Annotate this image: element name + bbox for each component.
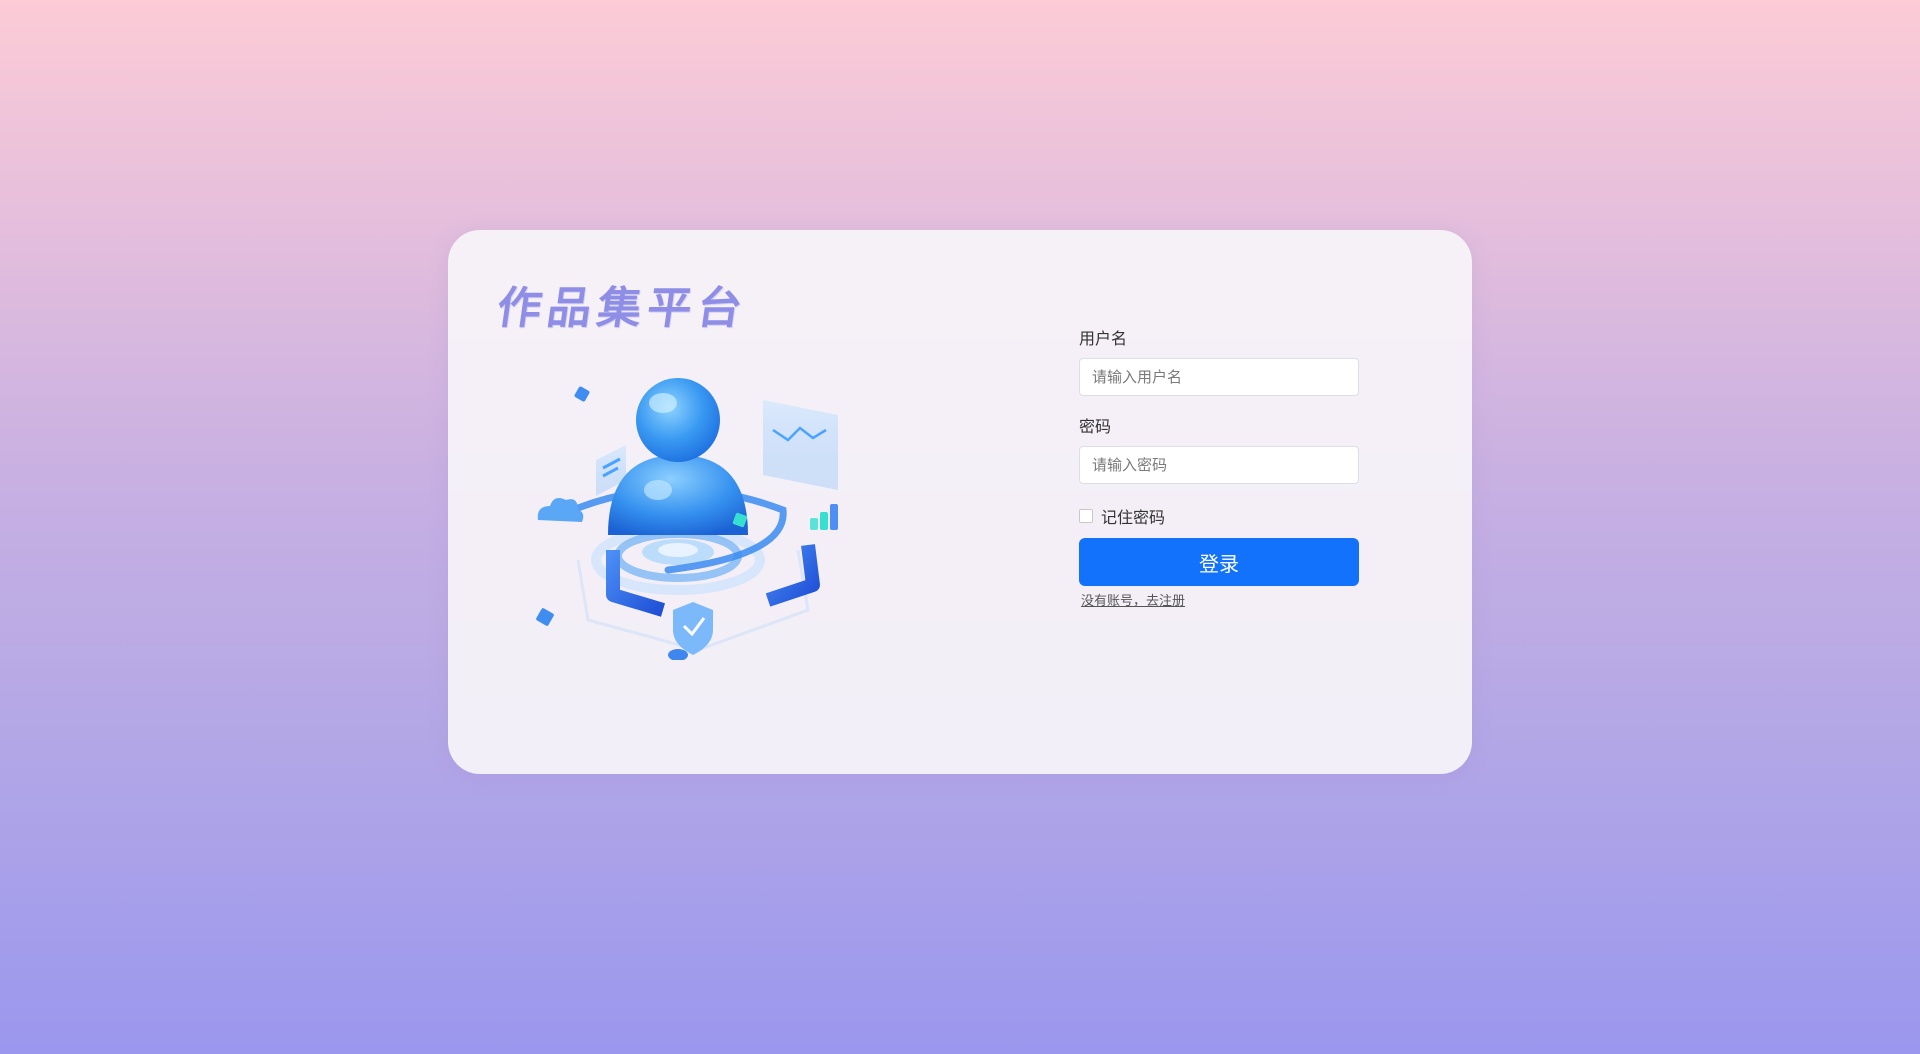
register-link[interactable]: 没有账号，去注册	[1081, 590, 1185, 609]
remember-password-checkbox[interactable]	[1079, 509, 1093, 523]
user-avatar-3d-icon	[536, 378, 838, 660]
username-input[interactable]	[1079, 358, 1359, 396]
login-button[interactable]: 登录	[1079, 538, 1359, 586]
login-form: 用户名 密码 记住密码 登录 没有账号，去注册	[1079, 328, 1359, 609]
remember-password-row: 记住密码	[1079, 504, 1359, 528]
login-card: 作品集平台 用户名 请输入用户名 密码 记住密码 登录 没有账号，去注册	[448, 230, 1472, 774]
username-label: 用户名	[1079, 329, 1128, 348]
password-input[interactable]	[1079, 446, 1359, 484]
password-label: 密码	[1079, 417, 1112, 436]
remember-password-label[interactable]: 记住密码	[1101, 504, 1165, 528]
